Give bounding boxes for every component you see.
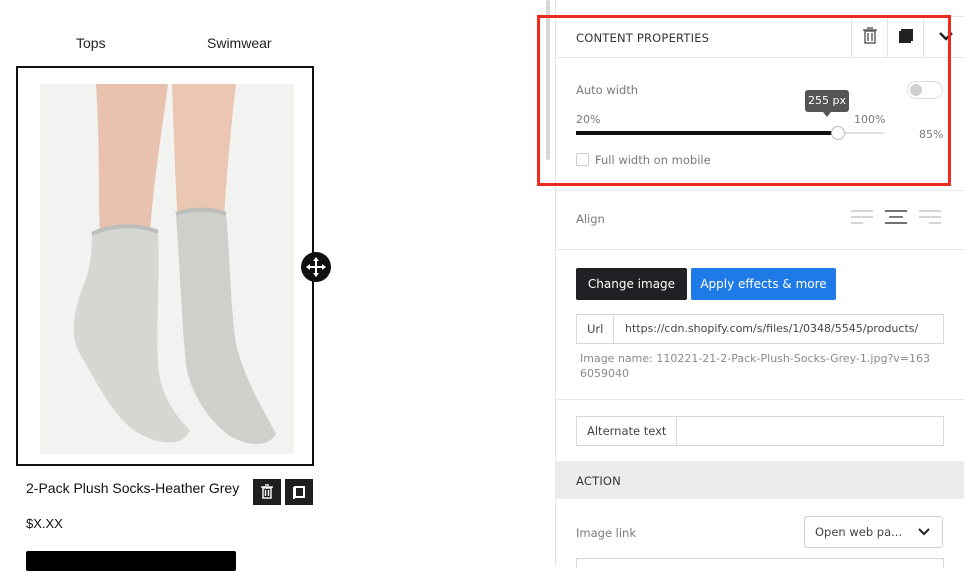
nav-link-swimwear[interactable]: Swimwear [207, 35, 272, 51]
image-link-select[interactable]: Open web pa... [804, 516, 943, 548]
align-label: Align [576, 212, 605, 226]
alt-text-field[interactable]: Alternate text [576, 416, 944, 446]
url-prefix: Url [577, 315, 615, 343]
action-title: ACTION [576, 474, 621, 488]
product-price: $X.XX [26, 516, 63, 531]
highlight-annotation-box [537, 15, 951, 186]
trash-icon [261, 484, 273, 499]
image-link-value: Open web pa... [815, 525, 903, 539]
link-url-field[interactable] [576, 558, 944, 568]
change-image-button[interactable]: Change image [576, 268, 687, 300]
url-input[interactable]: https://cdn.shopify.com/s/files/1/0348/5… [625, 315, 941, 343]
url-field[interactable]: Url https://cdn.shopify.com/s/files/1/03… [576, 314, 944, 344]
chevron-down-icon [918, 528, 930, 536]
alt-text-prefix: Alternate text [577, 417, 678, 445]
product-image-block[interactable] [16, 66, 314, 466]
apply-effects-button[interactable]: Apply effects & more [691, 268, 836, 300]
copy-icon [293, 486, 305, 499]
add-to-cart-button[interactable] [26, 551, 236, 571]
product-photo [40, 84, 294, 454]
align-left-icon[interactable] [849, 207, 875, 227]
nav-link-tops[interactable]: Tops [76, 35, 106, 51]
image-link-label: Image link [576, 526, 637, 540]
block-delete-button[interactable] [252, 478, 282, 506]
product-title[interactable]: 2-Pack Plush Socks-Heather Grey [26, 480, 239, 496]
alt-text-input[interactable] [681, 417, 941, 445]
align-right-icon[interactable] [917, 207, 943, 227]
move-arrows-icon[interactable] [301, 252, 331, 282]
image-name-line-1: Image name: 110221-21-2-Pack-Plush-Socks… [580, 352, 931, 365]
action-section-header[interactable]: ACTION [556, 461, 964, 499]
socks-image [40, 84, 294, 454]
block-duplicate-button[interactable] [284, 478, 314, 506]
image-name-line-2: 6059040 [580, 367, 629, 380]
align-center-icon[interactable] [883, 207, 909, 227]
